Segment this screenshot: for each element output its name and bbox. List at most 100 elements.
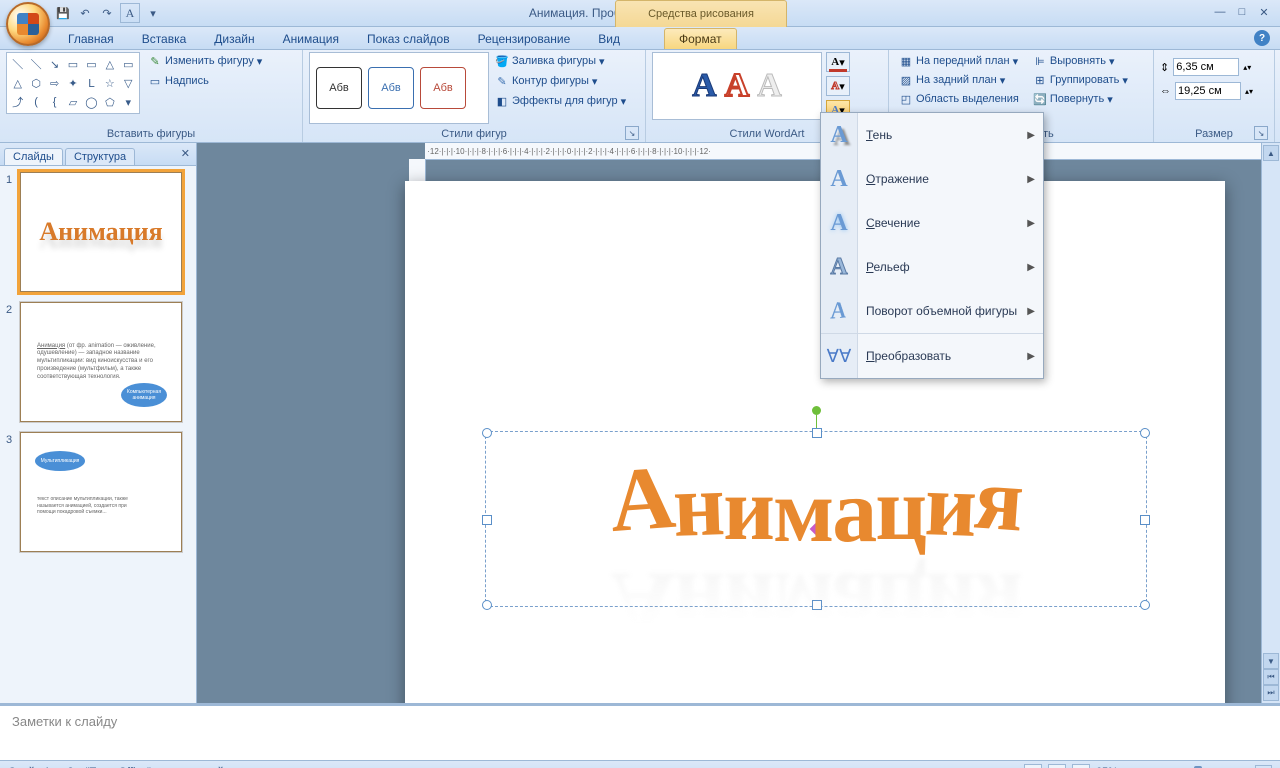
wordart-preset[interactable]: А bbox=[757, 67, 782, 105]
fit-window-button[interactable]: ⊡ bbox=[1255, 765, 1272, 768]
rotate-icon: 🔄 bbox=[1033, 92, 1047, 106]
text-effects-dropdown: A A A A A ⱯⱯ Тень▶ Отражение▶ Свечение▶ … bbox=[820, 112, 1044, 379]
text-outline-button[interactable]: A▾ bbox=[826, 76, 850, 96]
edit-shape-icon: ✎ bbox=[148, 54, 162, 68]
resize-handle[interactable] bbox=[1140, 515, 1150, 525]
bring-to-front-button[interactable]: ▦На передний план ▾ bbox=[895, 52, 1023, 70]
ribbon: ＼＼↘▭▭△▭ △⬡⇨✦Ｌ☆▽ ⤴({▱◯⬠▾ ✎Изменить фигуру… bbox=[0, 50, 1280, 143]
resize-handle[interactable] bbox=[1140, 428, 1150, 438]
notes-pane[interactable]: Заметки к слайду bbox=[0, 703, 1280, 760]
slide-panel: Слайды Структура ✕ 1 Анимация 2 Анимация… bbox=[0, 143, 197, 703]
width-input[interactable]: 19,25 см bbox=[1175, 82, 1241, 100]
redo-icon[interactable]: ↷ bbox=[98, 4, 116, 22]
style-thumb[interactable]: Абв bbox=[316, 67, 362, 109]
tab-format[interactable]: Формат bbox=[664, 28, 737, 49]
group-button[interactable]: ⊞Группировать ▾ bbox=[1029, 71, 1132, 89]
selection-icon: ◰ bbox=[899, 92, 913, 106]
titlebar: 💾 ↶ ↷ A ▾ Анимация. Проба - Microsoft Po… bbox=[0, 0, 1280, 27]
text-fill-button[interactable]: A▾ bbox=[826, 52, 850, 72]
bevel-icon: A bbox=[830, 254, 847, 281]
restore-button[interactable]: □ bbox=[1234, 4, 1250, 20]
wordart-preset[interactable]: А bbox=[725, 67, 750, 105]
menu-3d-rotation[interactable]: Поворот объемной фигуры▶ bbox=[858, 289, 1043, 333]
resize-handle[interactable] bbox=[482, 515, 492, 525]
rotation-handle[interactable] bbox=[812, 406, 821, 415]
wordart-gallery[interactable]: А А А bbox=[652, 52, 822, 120]
status-bar: Слайд 1 из 3 "Тема Office" ✓ русский 65%… bbox=[0, 760, 1280, 768]
shapes-gallery[interactable]: ＼＼↘▭▭△▭ △⬡⇨✦Ｌ☆▽ ⤴({▱◯⬠▾ bbox=[6, 52, 140, 114]
panel-close-icon[interactable]: ✕ bbox=[181, 147, 190, 160]
style-thumb[interactable]: Абв bbox=[420, 67, 466, 109]
slides-tab[interactable]: Слайды bbox=[4, 148, 63, 165]
height-icon: ⇕ bbox=[1160, 61, 1169, 74]
slide-thumbnail-3[interactable]: Мультипликация текст описание мультиплик… bbox=[20, 432, 182, 552]
tab-animation[interactable]: Анимация bbox=[269, 29, 353, 49]
shape-fill-button[interactable]: 🪣Заливка фигуры ▾ bbox=[491, 52, 630, 70]
resize-handle[interactable] bbox=[812, 428, 822, 438]
dialog-launcher-icon[interactable]: ↘ bbox=[625, 126, 639, 140]
tab-slideshow[interactable]: Показ слайдов bbox=[353, 29, 464, 49]
scroll-down-icon[interactable]: ▼ bbox=[1263, 653, 1279, 669]
slide-canvas[interactable]: Анимация Анимация bbox=[405, 181, 1225, 703]
style-thumb[interactable]: Абв bbox=[368, 67, 414, 109]
prev-slide-icon[interactable]: ⏮ bbox=[1263, 669, 1279, 685]
qat-more-icon[interactable]: ▾ bbox=[144, 4, 162, 22]
slide-thumbnail-1[interactable]: Анимация bbox=[20, 172, 182, 292]
group-icon: ⊞ bbox=[1033, 73, 1047, 87]
shape-outline-button[interactable]: ✎Контур фигуры ▾ bbox=[491, 72, 630, 90]
resize-handle[interactable] bbox=[482, 428, 492, 438]
tab-review[interactable]: Рецензирование bbox=[464, 29, 585, 49]
shadow-icon: A bbox=[830, 122, 847, 149]
slideshow-view-button[interactable] bbox=[1072, 764, 1090, 768]
menu-reflection[interactable]: Отражение▶ bbox=[858, 157, 1043, 201]
height-input[interactable]: 6,35 см bbox=[1173, 58, 1239, 76]
slide-number: 3 bbox=[6, 432, 20, 552]
menu-bevel[interactable]: Рельеф▶ bbox=[858, 245, 1043, 289]
group-size: Размер↘ bbox=[1160, 128, 1268, 142]
normal-view-button[interactable] bbox=[1024, 764, 1042, 768]
document-name: Анимация. Проба bbox=[529, 6, 627, 20]
change-shape-button[interactable]: ✎Изменить фигуру ▾ bbox=[144, 52, 266, 70]
scroll-up-icon[interactable]: ▲ bbox=[1263, 145, 1279, 161]
wordart-shape[interactable]: Анимация Анимация bbox=[485, 431, 1147, 607]
minimize-button[interactable]: ― bbox=[1212, 4, 1228, 20]
quick-access-toolbar: 💾 ↶ ↷ A ▾ bbox=[54, 3, 162, 23]
vertical-scrollbar[interactable]: ▲ ▼ ⏮ ⏭ bbox=[1261, 143, 1280, 703]
menu-transform[interactable]: Преобразовать▶ bbox=[858, 334, 1043, 378]
align-button[interactable]: ⊫Выровнять ▾ bbox=[1029, 52, 1132, 70]
contextual-tab-drawing-tools: Средства рисования bbox=[615, 0, 787, 27]
send-back-icon: ▨ bbox=[899, 73, 913, 87]
tab-view[interactable]: Вид bbox=[584, 29, 634, 49]
tab-insert[interactable]: Вставка bbox=[128, 29, 201, 49]
shape-effects-button[interactable]: ◧Эффекты для фигур ▾ bbox=[491, 92, 630, 110]
tab-design[interactable]: Дизайн bbox=[200, 29, 268, 49]
slide-thumbnail-2[interactable]: Анимация (от фр. animation — оживление,о… bbox=[20, 302, 182, 422]
sorter-view-button[interactable] bbox=[1048, 764, 1066, 768]
slide-number: 1 bbox=[6, 172, 20, 292]
workspace: Слайды Структура ✕ 1 Анимация 2 Анимация… bbox=[0, 143, 1280, 703]
menu-shadow[interactable]: Тень▶ bbox=[858, 113, 1043, 157]
wordart-preset[interactable]: А bbox=[692, 67, 717, 105]
save-icon[interactable]: 💾 bbox=[54, 4, 72, 22]
undo-icon[interactable]: ↶ bbox=[76, 4, 94, 22]
tab-home[interactable]: Главная bbox=[54, 29, 128, 49]
office-button[interactable] bbox=[6, 2, 50, 46]
wordart-reflection: Анимация bbox=[506, 552, 1126, 655]
selection-pane-button[interactable]: ◰Область выделения bbox=[895, 90, 1023, 108]
rotate-button[interactable]: 🔄Повернуть ▾ bbox=[1029, 90, 1132, 108]
shape-styles-gallery[interactable]: Абв Абв Абв bbox=[309, 52, 489, 124]
fill-icon: 🪣 bbox=[495, 54, 509, 68]
textbox-button[interactable]: ▭Надпись bbox=[144, 72, 266, 90]
rotation3d-icon: A bbox=[830, 296, 846, 326]
resize-handle[interactable] bbox=[1140, 600, 1150, 610]
insert-text-icon[interactable]: A bbox=[120, 3, 140, 23]
outline-tab[interactable]: Структура bbox=[65, 148, 135, 165]
resize-handle[interactable] bbox=[482, 600, 492, 610]
wordart-text[interactable]: Анимация bbox=[506, 442, 1126, 545]
next-slide-icon[interactable]: ⏭ bbox=[1263, 685, 1279, 701]
menu-glow[interactable]: Свечение▶ bbox=[858, 201, 1043, 245]
send-to-back-button[interactable]: ▨На задний план ▾ bbox=[895, 71, 1023, 89]
close-button[interactable]: ✕ bbox=[1256, 4, 1272, 20]
dialog-launcher-icon[interactable]: ↘ bbox=[1254, 126, 1268, 140]
help-button[interactable]: ? bbox=[1254, 30, 1270, 46]
